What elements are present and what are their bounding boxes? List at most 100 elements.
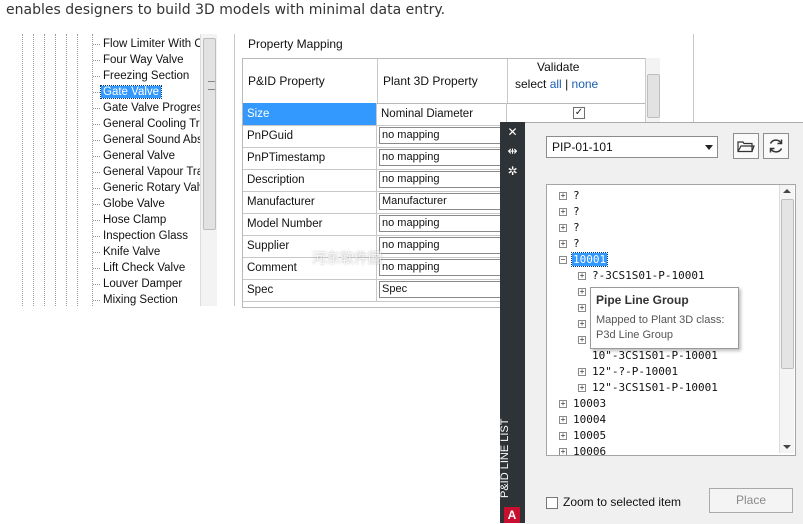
class-tree-item-label: General Cooling Trap xyxy=(103,118,213,130)
select-none-link[interactable]: none xyxy=(572,77,599,91)
plant3d-property-dropdown[interactable]: no mapping xyxy=(379,259,506,276)
scroll-thumb[interactable] xyxy=(781,199,794,369)
class-tree-item[interactable]: General Cooling Trap xyxy=(93,116,214,132)
refresh-button[interactable] xyxy=(763,133,789,159)
close-icon[interactable]: ✕ xyxy=(506,126,519,139)
expand-icon[interactable]: + xyxy=(559,400,567,408)
tree-node-label: ? xyxy=(573,221,580,234)
line-group-node[interactable]: +? xyxy=(559,204,581,220)
select-all-link[interactable]: all xyxy=(550,77,562,91)
expand-icon[interactable]: + xyxy=(559,208,567,216)
class-tree-item[interactable]: Gate Valve Progressi xyxy=(93,100,213,116)
scroll-thumb[interactable] xyxy=(647,74,660,118)
property-mapping-title: Property Mapping xyxy=(248,37,343,51)
line-group-node[interactable]: +? xyxy=(559,236,581,252)
tree-node-label: ? xyxy=(573,237,580,250)
class-tree-item-label: Gate Valve xyxy=(99,85,163,99)
class-tree-item[interactable]: Flow Limiter With Orif xyxy=(93,36,215,52)
folder-icon xyxy=(737,141,755,153)
line-group-node[interactable]: −10001 xyxy=(559,252,609,268)
collapse-icon[interactable]: − xyxy=(559,256,567,264)
class-tree-item-label: General Valve xyxy=(103,150,176,162)
class-tree-item-label: Flow Limiter With Orif xyxy=(103,38,213,50)
class-tree-item-label: Louver Damper xyxy=(103,278,183,290)
line-tree-scrollbar[interactable] xyxy=(779,185,794,453)
expand-icon[interactable]: + xyxy=(559,192,567,200)
class-tree-item-label: Inspection Glass xyxy=(103,230,189,242)
class-tree-item-label: General Vapour Trap xyxy=(103,166,210,178)
pid-property-cell: PnPGuid xyxy=(243,125,377,147)
zoom-to-selected-checkbox[interactable] xyxy=(546,497,558,509)
line-group-node[interactable]: +10003 xyxy=(559,396,607,412)
pipe-line-node[interactable]: 10"-3CS1S01-P-10001 xyxy=(591,348,719,364)
plant3d-property-dropdown[interactable]: Manufacturer xyxy=(379,193,506,210)
palette-title: P&ID LINE LIST xyxy=(499,418,511,498)
expand-icon[interactable]: + xyxy=(578,320,586,328)
line-group-node[interactable]: +10006 xyxy=(559,444,607,455)
pipe-line-node[interactable]: + ?-3CS1S01-P-10001 xyxy=(578,268,706,284)
plant3d-property-dropdown[interactable]: no mapping xyxy=(379,171,506,188)
tree-node-label: 12"-?-P-10001 xyxy=(592,365,679,378)
class-tree-item[interactable]: Hose Clamp xyxy=(93,212,168,228)
expand-icon[interactable]: + xyxy=(578,304,586,312)
class-tree-item[interactable]: Lift Check Valve xyxy=(93,260,187,276)
class-tree-item-label: Four Way Valve xyxy=(103,54,184,66)
scroll-down-icon[interactable] xyxy=(783,445,791,449)
class-tree-item[interactable]: General Vapour Trap xyxy=(93,164,212,180)
palette-titlebar: ✕ ⇹ ✲ P&ID LINE LIST A xyxy=(499,122,525,523)
expand-icon[interactable]: + xyxy=(578,336,586,344)
class-tree-scrollbar[interactable] xyxy=(200,34,217,306)
class-tree-item[interactable]: Gate Valve xyxy=(93,84,163,100)
intro-text: enables designers to build 3D models wit… xyxy=(6,2,446,18)
expand-icon[interactable]: + xyxy=(559,448,567,455)
class-tree-item[interactable]: Mixing Section xyxy=(93,292,180,306)
plant3d-property-dropdown[interactable]: no mapping xyxy=(379,149,506,166)
class-tree-item[interactable]: Inspection Glass xyxy=(93,228,190,244)
tooltip-text-line1: Mapped to Plant 3D class: xyxy=(596,314,725,326)
open-folder-button[interactable] xyxy=(733,133,759,159)
expand-icon[interactable]: + xyxy=(559,224,567,232)
pid-property-cell: Model Number xyxy=(243,213,377,235)
class-tree-item[interactable]: General Sound Abso xyxy=(93,132,211,148)
class-tree-item[interactable]: Louver Damper xyxy=(93,276,184,292)
tooltip: Pipe Line Group Mapped to Plant 3D class… xyxy=(590,287,739,349)
scroll-thumb[interactable] xyxy=(203,38,216,230)
expand-icon[interactable]: + xyxy=(578,368,586,376)
expand-icon[interactable]: + xyxy=(578,288,586,296)
class-tree-item[interactable]: Generic Rotary Valve xyxy=(93,180,213,196)
properties-icon[interactable]: ✲ xyxy=(506,165,519,178)
scroll-up-icon[interactable] xyxy=(783,189,791,193)
line-group-node[interactable]: +? xyxy=(559,188,581,204)
expand-icon[interactable]: + xyxy=(559,416,567,424)
class-tree-item[interactable]: Knife Valve xyxy=(93,244,162,260)
expand-icon[interactable]: + xyxy=(559,432,567,440)
line-group-node[interactable]: +? xyxy=(559,220,581,236)
class-tree-item[interactable]: Four Way Valve xyxy=(93,52,186,68)
drawing-dropdown[interactable]: PIP-01-101 xyxy=(546,136,718,158)
expand-icon[interactable]: + xyxy=(559,240,567,248)
class-tree-item-label: Knife Valve xyxy=(103,246,161,258)
expand-icon[interactable]: + xyxy=(578,384,586,392)
plant3d-property-dropdown[interactable]: no mapping xyxy=(379,237,506,254)
refresh-icon xyxy=(769,139,783,153)
header-plant3d-property: Plant 3D Property xyxy=(377,59,508,104)
class-tree-item[interactable]: Freezing Section xyxy=(93,68,191,84)
pipe-line-node[interactable]: +12"-?-P-10001 xyxy=(578,364,679,380)
plant3d-property-dropdown[interactable]: Spec xyxy=(379,281,506,298)
line-group-node[interactable]: +10004 xyxy=(559,412,607,428)
pipe-line-node[interactable]: +12"-3CS1S01-P-10001 xyxy=(578,380,719,396)
plant3d-property-dropdown[interactable]: no mapping xyxy=(379,215,506,232)
class-tree-item[interactable]: General Valve xyxy=(93,148,177,164)
class-tree-item-label: Lift Check Valve xyxy=(103,262,186,274)
validate-checkbox[interactable]: ✓ xyxy=(573,107,585,119)
plant3d-property-dropdown[interactable]: no mapping xyxy=(379,127,506,144)
line-group-node[interactable]: +10005 xyxy=(559,428,607,444)
class-tree-item-label: Hose Clamp xyxy=(103,214,167,226)
auto-hide-icon[interactable]: ⇹ xyxy=(506,145,519,158)
place-button[interactable]: Place xyxy=(709,488,793,513)
header-pid-property: P&ID Property xyxy=(243,59,378,104)
tree-node-label: 10004 xyxy=(573,413,607,426)
class-tree-item-label: Gate Valve Progressi xyxy=(103,102,211,114)
class-tree-item[interactable]: Globe Valve xyxy=(93,196,167,212)
expand-icon[interactable]: + xyxy=(578,272,586,280)
